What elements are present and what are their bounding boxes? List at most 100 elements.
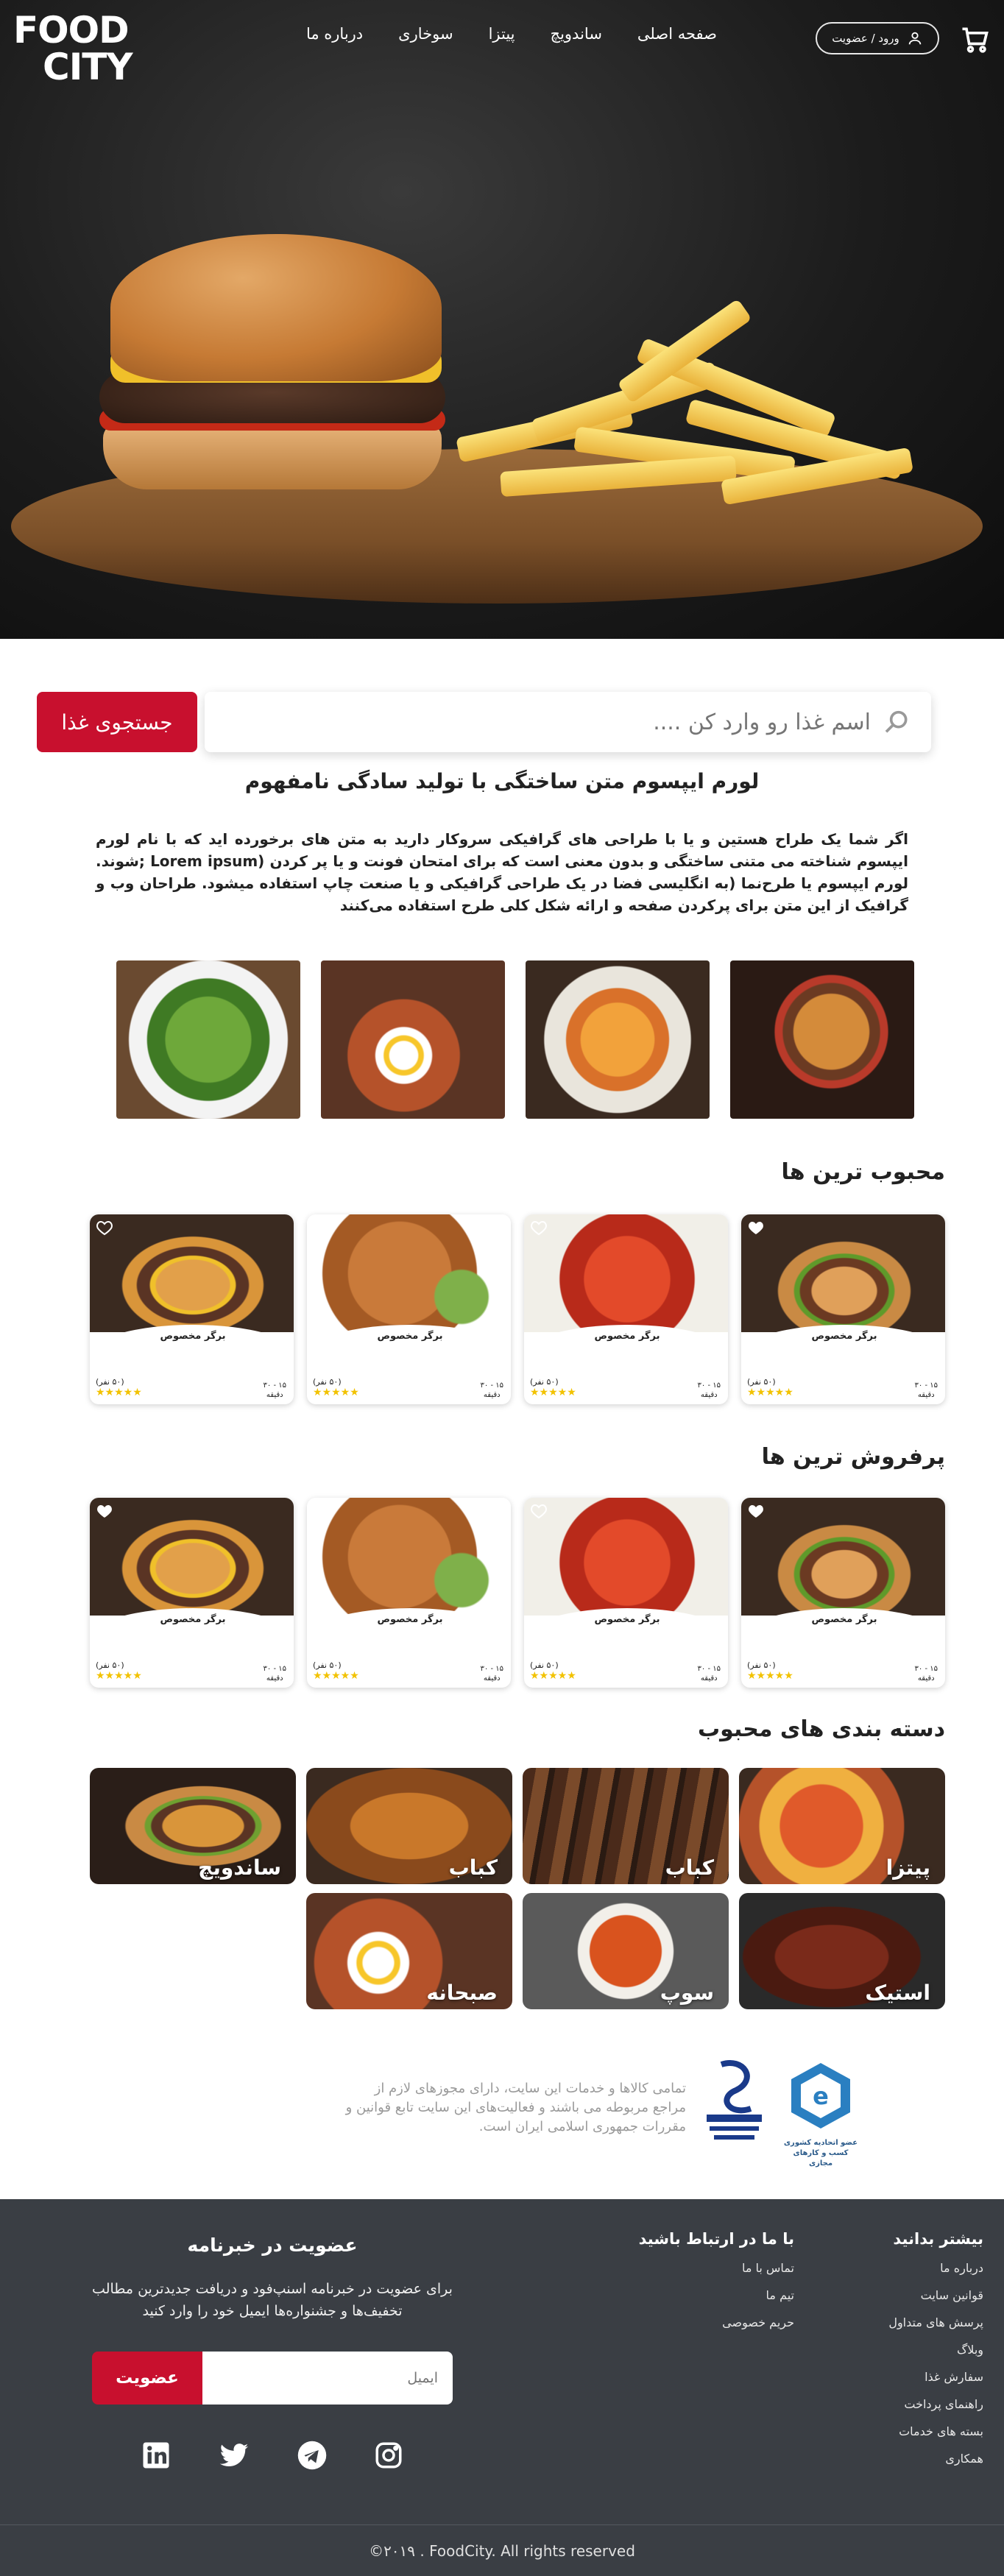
prep-time: ۱۵ - ۳۰ دقیقه [480,1381,503,1399]
gallery-pasta[interactable] [526,960,710,1119]
vote-count: (۵۰ نفر) [530,1377,559,1387]
foodcity-logo[interactable]: FOOD CITY [13,9,146,90]
bestseller-cards: برگر مخصوص ۱۵ - ۳۰ دقیقه (۵۰ نفر) ★★★★★ ب… [90,1498,945,1688]
footer-link[interactable]: تماس با ما [639,2261,794,2275]
footer-link[interactable]: راهنمای پرداخت [888,2397,983,2411]
rating-stars: ★★★★★ [747,1387,793,1398]
search-food-button[interactable]: جستجوی غذا [37,692,197,752]
footer-link[interactable]: قوانین سایت [888,2288,983,2302]
favorite-heart-icon[interactable] [530,1502,548,1520]
category-pizza[interactable]: پیتزا [739,1768,945,1884]
category-grid: پیتزا کباب کباب ساندویچ استیک سوپ صبحانه [90,1768,945,2011]
linkedin-icon[interactable] [141,2440,172,2471]
food-card[interactable]: برگر مخصوص ۱۵ - ۳۰ دقیقه (۵۰ نفر) ★★★★★ [524,1214,728,1404]
food-card[interactable]: برگر مخصوص ۱۵ - ۳۰ دقیقه (۵۰ نفر) ★★★★★ [524,1498,728,1688]
menu-item-home[interactable]: صفحه اصلی [637,25,717,43]
vote-count: (۵۰ نفر) [313,1660,342,1670]
footer-link[interactable]: حریم خصوصی [639,2315,794,2329]
vote-count: (۵۰ نفر) [96,1660,124,1670]
favorite-heart-icon[interactable] [313,1219,330,1236]
gallery-breakfast[interactable] [321,960,505,1119]
food-card[interactable]: برگر مخصوص ۱۵ - ۳۰ دقیقه (۵۰ نفر) ★★★★★ [307,1498,511,1688]
vote-count: (۵۰ نفر) [530,1660,559,1670]
cart-button[interactable] [958,24,991,56]
vote-count: (۵۰ نفر) [96,1377,124,1387]
prep-time: ۱۵ - ۳۰ دقیقه [480,1665,503,1682]
category-sandwich[interactable]: ساندویچ [90,1768,296,1884]
rating-stars: ★★★★★ [313,1387,359,1398]
newsletter-block: عضویت در خبرنامه برای عضویت در خبرنامه ا… [81,2234,464,2471]
prep-time: ۱۵ - ۳۰ دقیقه [697,1665,721,1682]
rating-stars: ★★★★★ [96,1670,142,1682]
popular-section-title: محبوب ترین ها [781,1159,945,1185]
category-kebab[interactable]: کباب [523,1768,729,1884]
gallery-burger[interactable] [730,960,914,1119]
prep-time: ۱۵ - ۳۰ دقیقه [263,1665,286,1682]
food-card[interactable]: برگر مخصوص ۱۵ - ۳۰ دقیقه (۵۰ نفر) ★★★★★ [741,1498,945,1688]
login-register-button[interactable]: ورود / عضویت [816,22,939,54]
prep-time: ۱۵ - ۳۰ دقیقه [697,1381,721,1399]
menu-item-about[interactable]: درباره ما [306,25,363,43]
burger-bun-bottom [103,423,442,489]
footer-link[interactable]: پرسش های متداول [888,2315,983,2329]
email-field[interactable] [202,2352,453,2405]
samandehi-badge[interactable] [699,2050,769,2153]
food-card[interactable]: برگر مخصوص ۱۵ - ۳۰ دقیقه (۵۰ نفر) ★★★★★ [307,1214,511,1404]
bestseller-section-title: پرفروش ترین ها [761,1444,945,1470]
footer-column-contact: با ما در ارتباط باشید تماس با ما تیم ما … [638,2230,794,2329]
footer-link[interactable]: وبلاگ [888,2343,983,2357]
favorite-heart-icon[interactable] [530,1219,548,1236]
footer-link[interactable]: بسته های خدمات [888,2424,983,2438]
footer-column-about: بیشتر بدانید درباره ما قوانین سایت پرسش … [888,2230,983,2466]
telegram-icon[interactable] [297,2440,328,2471]
enamad-badge[interactable]: e عضو اتحادیه کشوری کسب و کارهای مجازی [780,2057,861,2168]
rating-stars: ★★★★★ [530,1387,576,1398]
vote-count: (۵۰ نفر) [747,1377,776,1387]
search-bar: جستجوی غذا [37,692,931,752]
intro-text: اگر شما یک طراح هستین و یا با طراحی های … [96,830,909,914]
category-breakfast[interactable]: صبحانه [306,1893,512,2009]
rating-stars: ★★★★★ [313,1670,359,1682]
category-kebab-fried[interactable]: کباب [306,1768,512,1884]
menu-item-fried[interactable]: سوخاری [398,25,453,43]
gallery-salad[interactable] [116,960,300,1119]
search-field[interactable] [205,692,931,752]
food-card[interactable]: برگر مخصوص ۱۵ - ۳۰ دقیقه (۵۰ نفر) ★★★★★ [90,1498,294,1688]
search-input[interactable] [282,709,871,735]
category-soup[interactable]: سوپ [523,1893,729,2009]
footer-link[interactable]: سفارش غذا [888,2370,983,2384]
twitter-icon[interactable] [217,2440,251,2471]
burger-bun-top [110,234,442,381]
menu-item-pizza[interactable]: پیتزا [489,25,515,43]
favorite-heart-icon[interactable] [747,1502,765,1520]
favorite-heart-icon[interactable] [313,1502,330,1520]
svg-text:e: e [813,2082,829,2110]
newsletter-form: عضویت [92,2352,453,2405]
subscribe-button[interactable]: عضویت [92,2352,202,2405]
favorite-heart-icon[interactable] [96,1502,113,1520]
vote-count: (۵۰ نفر) [747,1660,776,1670]
menu-item-sandwich[interactable]: ساندویچ [551,25,602,43]
favorite-heart-icon[interactable] [96,1219,113,1236]
social-links [81,2440,464,2471]
hero-banner: FOOD CITY صفحه اصلی ساندویچ پیتزا سوخاری… [0,0,1004,639]
top-navbar: FOOD CITY صفحه اصلی ساندویچ پیتزا سوخاری… [0,0,1004,88]
favorite-heart-icon[interactable] [747,1219,765,1236]
rating-stars: ★★★★★ [96,1387,142,1398]
prep-time: ۱۵ - ۳۰ دقیقه [263,1381,286,1399]
footer-link[interactable]: درباره ما [888,2261,983,2275]
trust-text: تمامی کالاها و خدمات این سایت، دارای مجو… [345,2081,686,2134]
rating-stars: ★★★★★ [747,1670,793,1682]
prep-time: ۱۵ - ۳۰ دقیقه [914,1381,938,1399]
food-card[interactable]: برگر مخصوص ۱۵ - ۳۰ دقیقه (۵۰ نفر) ★★★★★ [90,1214,294,1404]
category-steak[interactable]: استیک [739,1893,945,2009]
copyright: ©۲۰۱۹ . FoodCity. All rights reserved [0,2524,1004,2576]
instagram-icon[interactable] [373,2440,404,2471]
footer-link[interactable]: همکاری [888,2452,983,2466]
user-icon [908,32,922,45]
prep-time: ۱۵ - ۳۰ دقیقه [914,1665,938,1682]
food-card[interactable]: برگر مخصوص ۱۵ - ۳۰ دقیقه (۵۰ نفر) ★★★★★ [741,1214,945,1404]
footer-link[interactable]: تیم ما [639,2288,794,2302]
popular-cards: برگر مخصوص ۱۵ - ۳۰ دقیقه (۵۰ نفر) ★★★★★ ب… [90,1214,945,1404]
intro-title: لورم ایپسوم متن ساختگی با تولید سادگی نا… [244,769,760,793]
